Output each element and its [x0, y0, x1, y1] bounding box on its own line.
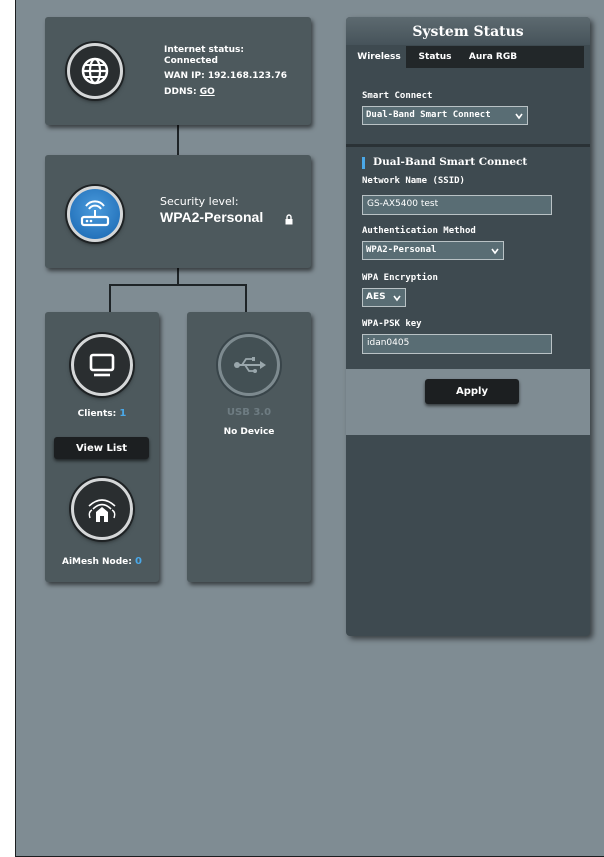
usb-status: No Device — [223, 427, 275, 437]
wpa-encryption-label: WPA Encryption — [362, 273, 438, 283]
clients-label: Clients: — [77, 409, 117, 419]
ddns-go-link[interactable]: GO — [200, 87, 215, 97]
smart-connect-value: Dual-Band Smart Connect — [366, 110, 491, 120]
clients-row: Clients: 1 — [45, 408, 159, 419]
internet-status-value: Connected — [164, 56, 218, 66]
security-level-value: WPA2-Personal — [160, 209, 264, 225]
connector-line — [109, 284, 111, 312]
wpa-psk-input[interactable]: idan0405 — [362, 334, 552, 354]
smart-connect-label: Smart Connect — [362, 91, 433, 101]
auth-method-select[interactable]: WPA2-Personal — [362, 241, 504, 260]
chevron-down-icon — [515, 113, 523, 120]
wan-ip-value: 192.168.123.76 — [207, 71, 287, 81]
smart-connect-select[interactable]: Dual-Band Smart Connect — [362, 106, 528, 125]
usb-label: USB 3.0 — [226, 407, 272, 418]
clients-count[interactable]: 1 — [119, 408, 126, 419]
router-icon[interactable] — [67, 186, 123, 242]
ssid-input[interactable]: GS-AX5400 test — [362, 195, 552, 215]
clients-card[interactable]: Clients: 1 View List AiMesh Node: 0 — [45, 312, 159, 582]
ddns-row: DDNS: GO — [164, 87, 215, 97]
connector-line — [245, 284, 247, 312]
system-status-title: System Status — [346, 17, 590, 45]
connector-line — [177, 125, 179, 155]
tab-wireless[interactable]: Wireless — [352, 46, 406, 68]
auth-method-value: WPA2-Personal — [366, 245, 437, 255]
wan-ip-label: WAN IP: — [164, 71, 205, 81]
section-title: Dual-Band Smart Connect — [373, 156, 528, 168]
system-status-panel: System Status Wireless Status Aura RGB S… — [346, 17, 590, 636]
wan-ip-row: WAN IP: 192.168.123.76 — [164, 71, 287, 81]
usb-icon[interactable] — [218, 334, 280, 396]
aimesh-label: AiMesh Node: — [62, 557, 132, 567]
security-level-label: Security level: — [160, 195, 239, 208]
usb-card[interactable]: USB 3.0 No Device — [187, 312, 311, 582]
internet-card[interactable]: Internet status: Connected WAN IP: 192.1… — [45, 17, 311, 125]
tab-aura-rgb[interactable]: Aura RGB — [462, 46, 524, 68]
view-list-button[interactable]: View List — [54, 437, 149, 459]
ssid-label: Network Name (SSID) — [362, 176, 465, 186]
status-tabs: Wireless Status Aura RGB — [352, 46, 584, 68]
auth-method-label: Authentication Method — [362, 226, 476, 236]
wpa-psk-label: WPA-PSK key — [362, 319, 422, 329]
wpa-encryption-value: AES — [366, 292, 386, 302]
apply-button[interactable]: Apply — [425, 379, 519, 404]
connector-line — [109, 284, 247, 286]
ddns-label: DDNS: — [164, 87, 197, 97]
lock-icon — [285, 210, 293, 229]
security-card[interactable]: Security level: WPA2-Personal — [45, 155, 311, 268]
section-divider — [346, 144, 590, 147]
tab-status[interactable]: Status — [412, 46, 458, 68]
chevron-down-icon — [393, 295, 401, 302]
internet-status-label: Internet status: — [164, 45, 244, 55]
aimesh-row: AiMesh Node: 0 — [45, 556, 159, 567]
chevron-down-icon — [491, 248, 499, 255]
aimesh-count[interactable]: 0 — [135, 556, 142, 567]
wpa-encryption-select[interactable]: AES — [362, 288, 406, 307]
globe-icon[interactable] — [67, 43, 123, 99]
connector-line — [177, 268, 179, 284]
monitor-icon[interactable] — [71, 334, 133, 396]
aimesh-house-icon[interactable] — [71, 478, 133, 540]
section-accent-bar — [362, 157, 365, 169]
